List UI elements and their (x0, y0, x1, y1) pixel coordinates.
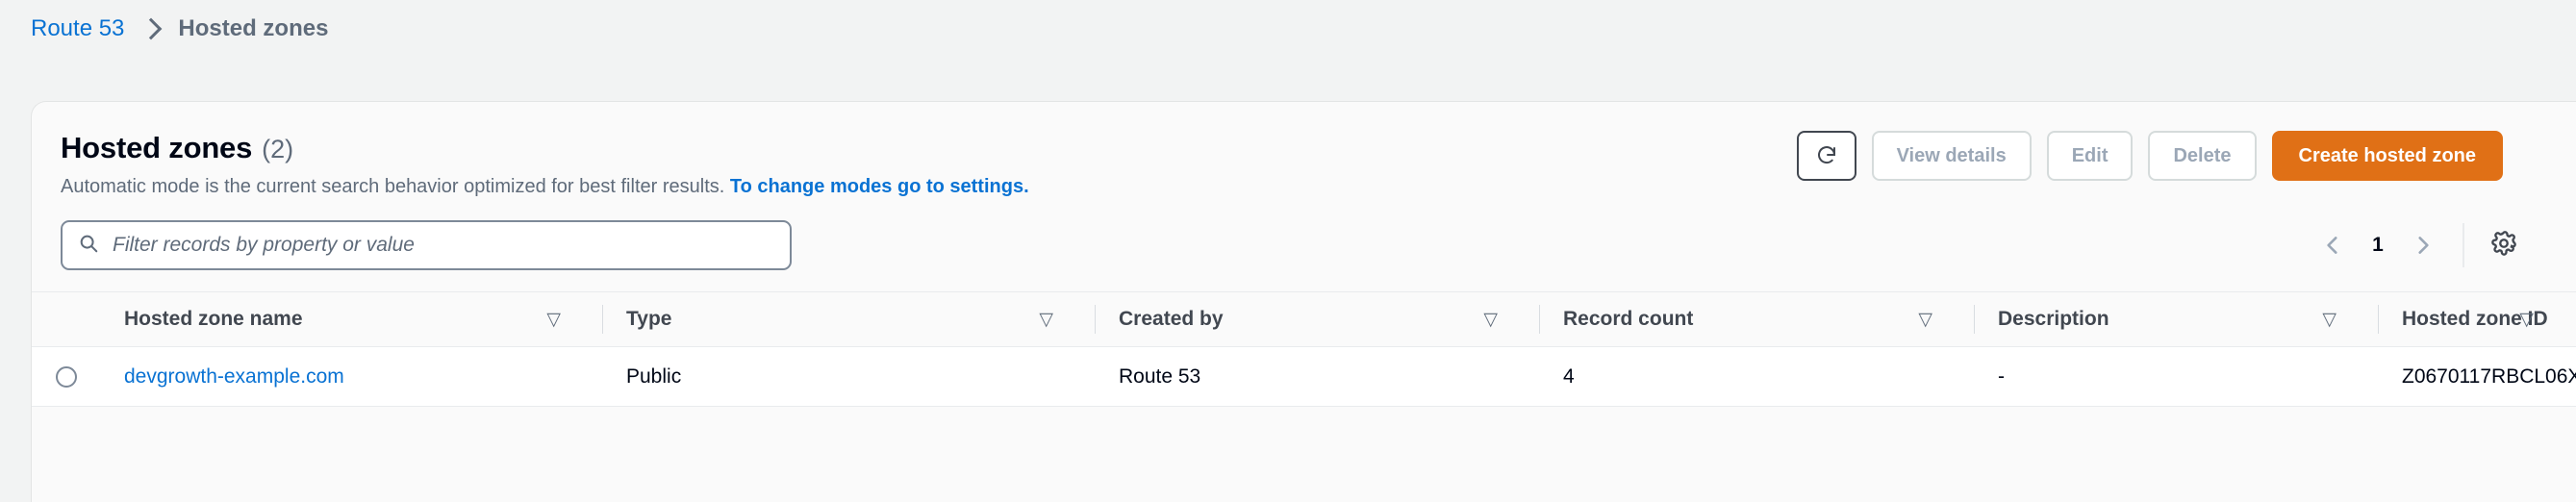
cell-hosted-zone-name: devgrowth-example.com (101, 347, 603, 406)
cell-hosted-zone-id: Z0670117RBCL06XK263B (2379, 347, 2576, 406)
panel-title-text: Hosted zones (61, 131, 253, 164)
sort-triangle-icon[interactable]: ▽ (2322, 311, 2336, 329)
breadcrumb-link-route53[interactable]: Route 53 (31, 15, 124, 42)
filter-row: Filter records by property or value 1 (32, 199, 2576, 270)
hosted-zone-name-link[interactable]: devgrowth-example.com (124, 365, 344, 389)
panel-title-block: Hosted zones (2) Automatic mode is the c… (61, 129, 1029, 199)
hosted-zones-panel: Hosted zones (2) Automatic mode is the c… (31, 101, 2576, 502)
column-label: Description (1998, 308, 2109, 330)
sort-triangle-icon[interactable]: ▽ (2519, 311, 2534, 329)
cell-type: Public (603, 347, 1096, 406)
panel-description-text: Automatic mode is the current search beh… (61, 176, 725, 197)
column-header-record-count[interactable]: Record count ▽ (1540, 292, 1975, 346)
panel-actions: View details Edit Delete Create hosted z… (1796, 129, 2547, 181)
hosted-zones-table: Hosted zone name ▽ Type ▽ Created by ▽ R… (32, 291, 2576, 407)
column-header-description[interactable]: Description ▽ (1975, 292, 2379, 346)
hosted-zone-id-value: Z0670117RBCL06XK263B (2402, 364, 2576, 388)
created-by-value: Route 53 (1119, 364, 1201, 388)
sort-triangle-icon[interactable]: ▽ (1483, 311, 1498, 329)
pagination-prev-button[interactable] (2311, 223, 2355, 267)
search-input[interactable]: Filter records by property or value (61, 220, 792, 270)
sort-triangle-icon[interactable]: ▽ (1039, 311, 1053, 329)
row-select-cell (32, 365, 101, 388)
column-header-hosted-zone-name[interactable]: Hosted zone name ▽ (101, 292, 603, 346)
page-title: Hosted zones (2) (61, 131, 1029, 165)
search-icon (78, 233, 99, 259)
search-placeholder: Filter records by property or value (113, 234, 415, 256)
view-details-button[interactable]: View details (1871, 131, 2032, 181)
delete-button[interactable]: Delete (2148, 131, 2257, 181)
preferences-button[interactable] (2482, 223, 2526, 267)
cell-record-count: 4 (1540, 347, 1975, 406)
pagination-page-1[interactable]: 1 (2359, 234, 2397, 257)
column-header-created-by[interactable]: Created by ▽ (1096, 292, 1540, 346)
table-row[interactable]: devgrowth-example.com Public Route 53 4 … (32, 347, 2576, 407)
create-hosted-zone-button[interactable]: Create hosted zone (2271, 131, 2503, 181)
panel-title-count: (2) (262, 135, 294, 163)
pagination-divider (2462, 223, 2464, 267)
chevron-right-icon (140, 17, 163, 40)
column-header-type[interactable]: Type ▽ (603, 292, 1096, 346)
pagination-next-button[interactable] (2401, 223, 2445, 267)
panel-header: Hosted zones (2) Automatic mode is the c… (32, 102, 2576, 199)
column-label: Created by (1119, 308, 1224, 330)
cell-created-by: Route 53 (1096, 347, 1540, 406)
panel-description: Automatic mode is the current search beh… (61, 174, 1029, 199)
column-header-hosted-zone-id[interactable]: Hosted zone ID ▽ (2379, 292, 2576, 346)
record-count-value: 4 (1563, 364, 1575, 388)
column-label: Type (626, 308, 672, 330)
column-label: Record count (1563, 308, 1694, 330)
cell-description: - (1975, 347, 2379, 406)
sort-triangle-icon[interactable]: ▽ (546, 311, 561, 329)
description-value: - (1998, 364, 2005, 388)
settings-link[interactable]: To change modes go to settings. (730, 176, 1029, 197)
column-label: Hosted zone name (124, 308, 303, 330)
type-value: Public (626, 364, 682, 388)
breadcrumb: Route 53 Hosted zones (0, 0, 2576, 58)
breadcrumb-current: Hosted zones (178, 15, 329, 41)
gear-icon (2490, 230, 2517, 262)
sort-triangle-icon[interactable]: ▽ (1918, 311, 1932, 329)
refresh-icon (1815, 144, 1838, 167)
refresh-button[interactable] (1796, 131, 1856, 181)
edit-button[interactable]: Edit (2046, 131, 2134, 181)
row-radio-button[interactable] (56, 365, 77, 388)
pagination: 1 (2311, 223, 2547, 267)
table-header-row: Hosted zone name ▽ Type ▽ Created by ▽ R… (32, 291, 2576, 347)
